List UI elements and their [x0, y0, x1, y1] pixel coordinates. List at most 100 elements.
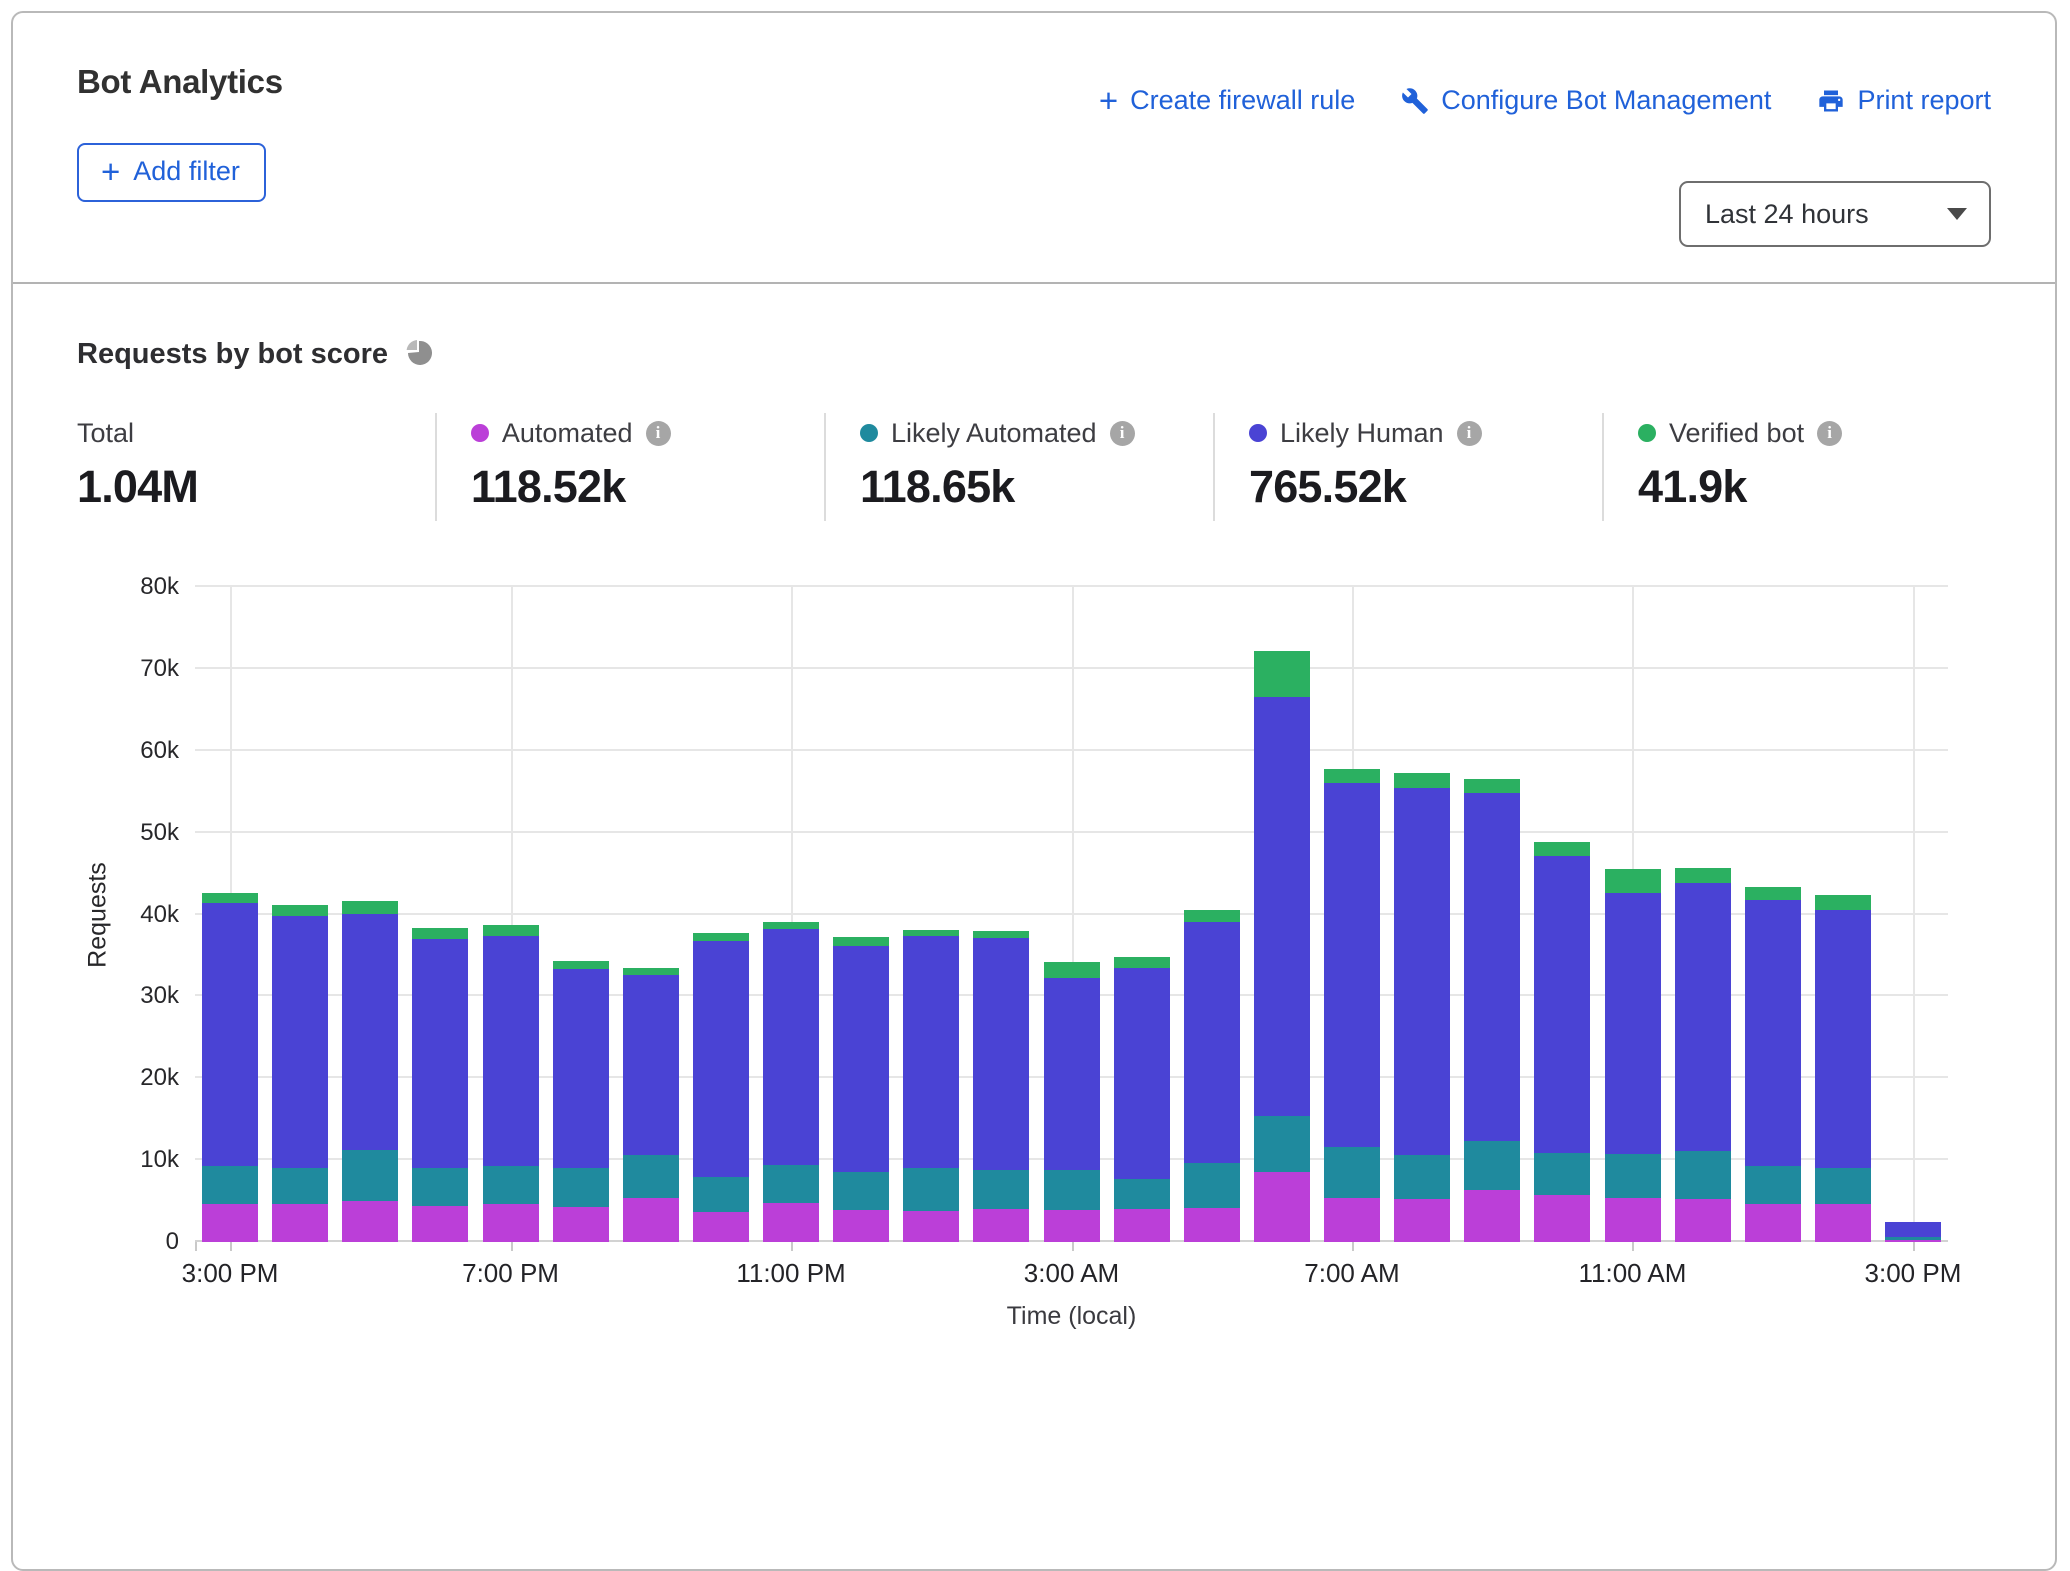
print-report-link[interactable]: Print report: [1817, 85, 1991, 116]
stacked-bar-11-00-am[interactable]: [1605, 869, 1661, 1242]
y-tick-label: 10k: [69, 1146, 179, 1174]
card-header: Bot Analytics + Create firewall rule Con…: [13, 13, 2055, 284]
add-filter-button[interactable]: + Add filter: [77, 143, 266, 202]
segment-likely-human: [272, 916, 328, 1168]
stacked-bar-7-00-am[interactable]: [1324, 769, 1380, 1242]
automated-legend-dot: [471, 424, 489, 442]
bar-slot: [1527, 587, 1597, 1242]
stacked-bar-1-00-am[interactable]: [903, 930, 959, 1242]
stacked-bar-2-00-pm[interactable]: [1815, 895, 1871, 1242]
x-axis-title: Time (local): [195, 1302, 1948, 1331]
x-tick-label: 11:00 PM: [736, 1258, 845, 1289]
bar-slot: [826, 587, 896, 1242]
stat-verified-bot-value: 41.9k: [1638, 461, 1991, 513]
info-icon[interactable]: i: [1817, 421, 1842, 446]
info-icon[interactable]: i: [1110, 421, 1135, 446]
segment-likely-human: [833, 946, 889, 1171]
stacked-bar-8-00-pm[interactable]: [553, 961, 609, 1242]
segment-likely-human: [202, 903, 258, 1166]
stat-total: Total 1.04M: [77, 413, 435, 521]
create-firewall-rule-link[interactable]: + Create firewall rule: [1099, 85, 1355, 116]
stacked-bar-9-00-am[interactable]: [1464, 779, 1520, 1242]
segment-automated: [1254, 1172, 1310, 1242]
section-title: Requests by bot score: [77, 338, 388, 371]
x-tick-label: 11:00 AM: [1578, 1258, 1686, 1289]
segment-verified-bot: [1464, 779, 1520, 793]
segment-likely-automated: [833, 1172, 889, 1210]
bar-slot: [896, 587, 966, 1242]
segment-likely-human: [903, 936, 959, 1169]
x-tick-label: 7:00 PM: [462, 1258, 559, 1289]
stacked-bar-12-00-pm[interactable]: [1675, 868, 1731, 1242]
stacked-bar-3-00-am[interactable]: [1044, 962, 1100, 1242]
segment-verified-bot: [1254, 651, 1310, 697]
stacked-bar-2-00-am[interactable]: [973, 931, 1029, 1242]
stacked-bar-8-00-am[interactable]: [1394, 773, 1450, 1242]
segment-automated: [763, 1203, 819, 1242]
x-tick-label: 3:00 AM: [1024, 1258, 1119, 1289]
segment-likely-automated: [1605, 1154, 1661, 1198]
segment-automated: [202, 1204, 258, 1242]
segment-likely-automated: [1114, 1179, 1170, 1209]
stacked-bar-1-00-pm[interactable]: [1745, 887, 1801, 1242]
segment-verified-bot: [973, 931, 1029, 938]
segment-likely-automated: [483, 1166, 539, 1204]
segment-likely-automated: [553, 1168, 609, 1207]
y-tick-label: 0: [69, 1228, 179, 1256]
bar-slot: [966, 587, 1036, 1242]
stacked-bar-3-00-pm[interactable]: [1885, 1222, 1941, 1242]
segment-verified-bot: [412, 928, 468, 939]
x-axis-tick: [1632, 1242, 1634, 1251]
segment-likely-human: [342, 914, 398, 1151]
bar-slot: [546, 587, 616, 1242]
time-range-dropdown[interactable]: Last 24 hours: [1679, 181, 1991, 247]
segment-verified-bot: [833, 937, 889, 947]
segment-likely-automated: [1254, 1116, 1310, 1172]
x-tick-label: 3:00 PM: [1865, 1258, 1962, 1289]
segment-verified-bot: [693, 933, 749, 940]
info-icon[interactable]: i: [646, 421, 671, 446]
segment-automated: [1815, 1204, 1871, 1242]
info-icon[interactable]: i: [1457, 421, 1482, 446]
segment-verified-bot: [1394, 773, 1450, 789]
bar-slot: [1177, 587, 1247, 1242]
stacked-bar-11-00-pm[interactable]: [763, 922, 819, 1242]
stacked-bar-12-00-am[interactable]: [833, 937, 889, 1242]
segment-likely-automated: [1044, 1170, 1100, 1210]
stat-automated-value: 118.52k: [471, 461, 824, 513]
stacked-bar-3-00-pm[interactable]: [202, 893, 258, 1242]
stacked-bar-10-00-pm[interactable]: [693, 933, 749, 1242]
bar-slot: [195, 587, 265, 1242]
stacked-bar-4-00-pm[interactable]: [272, 905, 328, 1242]
stacked-bar-5-00-pm[interactable]: [342, 901, 398, 1242]
bar-slot: [405, 587, 475, 1242]
segment-automated: [693, 1212, 749, 1242]
stacked-bar-6-00-am[interactable]: [1254, 651, 1310, 1242]
bar-slot: [1107, 587, 1177, 1242]
segment-verified-bot: [483, 925, 539, 936]
stacked-bar-4-00-am[interactable]: [1114, 957, 1170, 1242]
stacked-bar-10-00-am[interactable]: [1534, 842, 1590, 1242]
x-axis-tick: [1352, 1242, 1354, 1251]
segment-automated: [903, 1211, 959, 1242]
bar-slot: [265, 587, 335, 1242]
print-report-label: Print report: [1857, 85, 1991, 116]
stat-total-value: 1.04M: [77, 461, 435, 513]
stacked-bar-5-00-am[interactable]: [1184, 910, 1240, 1242]
bars-layer: [195, 587, 1948, 1242]
segment-automated: [1885, 1240, 1941, 1242]
segment-likely-human: [1044, 978, 1100, 1170]
bar-slot: [756, 587, 826, 1242]
stacked-bar-9-00-pm[interactable]: [623, 968, 679, 1242]
stacked-bar-7-00-pm[interactable]: [483, 925, 539, 1242]
segment-automated: [1044, 1210, 1100, 1242]
create-firewall-rule-label: Create firewall rule: [1130, 85, 1355, 116]
segment-likely-human: [1324, 783, 1380, 1147]
stacked-bar-6-00-pm[interactable]: [412, 928, 468, 1242]
plus-icon: +: [101, 160, 120, 184]
segment-likely-automated: [693, 1177, 749, 1211]
segment-likely-automated: [1534, 1153, 1590, 1195]
bar-slot: [1387, 587, 1457, 1242]
configure-bot-management-link[interactable]: Configure Bot Management: [1401, 85, 1771, 116]
segment-likely-automated: [1324, 1147, 1380, 1198]
